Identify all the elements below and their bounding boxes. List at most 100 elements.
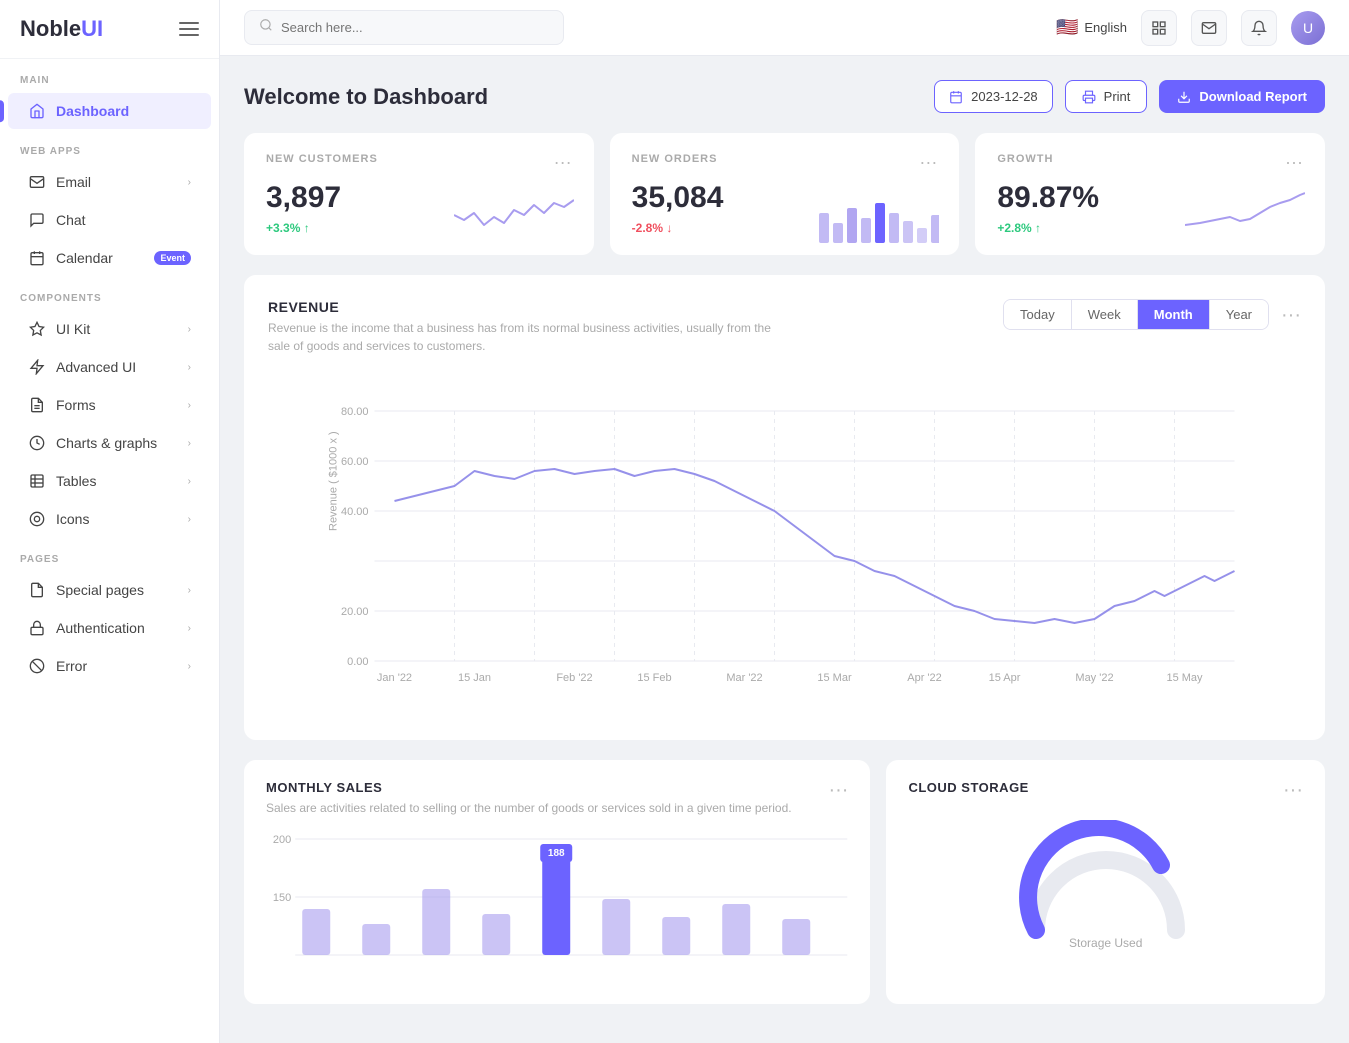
print-button[interactable]: Print: [1065, 80, 1148, 113]
svg-text:Jan '22: Jan '22: [377, 672, 412, 684]
sidebar-item-tables[interactable]: Tables ›: [8, 463, 211, 499]
forms-icon: [28, 396, 46, 414]
svg-text:80.00: 80.00: [341, 406, 369, 418]
grid-button[interactable]: [1141, 10, 1177, 46]
sidebar-item-icons[interactable]: Icons ›: [8, 501, 211, 537]
svg-text:15 Jan: 15 Jan: [458, 672, 491, 684]
language-label: English: [1084, 20, 1127, 35]
sidebar-item-dashboard-label: Dashboard: [56, 103, 129, 119]
search-input[interactable]: [281, 20, 549, 35]
sparkline-growth: [1185, 185, 1305, 235]
stat-dots-3[interactable]: ···: [1285, 153, 1303, 171]
storage-used-label: Storage Used: [908, 936, 1303, 950]
svg-text:Revenue ( $1000 x ): Revenue ( $1000 x ): [328, 431, 340, 531]
svg-text:15 May: 15 May: [1166, 672, 1203, 684]
home-icon: [28, 102, 46, 120]
stat-new-customers-label: NEW CUSTOMERS: [266, 153, 378, 165]
calendar-icon: [28, 249, 46, 267]
special-icon: [28, 581, 46, 599]
svg-text:15 Apr: 15 Apr: [989, 672, 1021, 684]
logo-text: NobleUI: [20, 16, 103, 42]
date-picker[interactable]: 2023-12-28: [934, 80, 1053, 113]
mail-button[interactable]: [1191, 10, 1227, 46]
arrow-down-icon: ↓: [666, 221, 672, 235]
page-title: Welcome to Dashboard: [244, 84, 922, 110]
topbar: 🇺🇸 English U: [220, 0, 1349, 56]
print-label: Print: [1104, 89, 1131, 104]
sidebar-section-pages: PAGES: [0, 538, 219, 571]
monthly-sales-title: MONTHLY SALES: [266, 780, 792, 795]
bottom-row: MONTHLY SALES Sales are activities relat…: [244, 760, 1325, 1004]
svg-text:0.00: 0.00: [347, 656, 368, 668]
content-area: Welcome to Dashboard 2023-12-28 Print Do…: [220, 56, 1349, 1043]
auth-icon: [28, 619, 46, 637]
stat-dots-1[interactable]: ···: [554, 153, 572, 171]
sidebar-item-chat[interactable]: Chat: [8, 202, 211, 238]
stat-card-new-orders: NEW ORDERS ··· 35,084 -2.8% ↓: [610, 133, 960, 255]
avatar[interactable]: U: [1291, 11, 1325, 45]
notification-button[interactable]: [1241, 10, 1277, 46]
revenue-chart-container: 80.00 60.00 40.00 20.00 0.00 Revenue ( $…: [268, 371, 1301, 716]
logo-container: NobleUI: [0, 0, 219, 59]
sidebar-item-calendar[interactable]: Calendar Event: [8, 240, 211, 276]
sidebar-item-email[interactable]: Email ›: [8, 164, 211, 200]
tables-icon: [28, 472, 46, 490]
svg-text:Apr '22: Apr '22: [907, 672, 942, 684]
sidebar-item-calendar-label: Calendar: [56, 250, 113, 266]
svg-text:60.00: 60.00: [341, 456, 369, 468]
chevron-down-icon: ›: [188, 661, 191, 672]
uikit-icon: [28, 320, 46, 338]
period-year[interactable]: Year: [1210, 300, 1268, 329]
sidebar-item-icons-label: Icons: [56, 511, 89, 527]
svg-text:15 Mar: 15 Mar: [817, 672, 852, 684]
stat-growth-label: GROWTH: [997, 153, 1053, 165]
search-box[interactable]: [244, 10, 564, 45]
sidebar: NobleUI MAIN Dashboard WEB APPS Email › …: [0, 0, 220, 1043]
sidebar-item-dashboard[interactable]: Dashboard: [8, 93, 211, 129]
download-button[interactable]: Download Report: [1159, 80, 1325, 113]
charts-icon: [28, 434, 46, 452]
sidebar-item-uikit[interactable]: UI Kit ›: [8, 311, 211, 347]
sidebar-item-advanced-ui[interactable]: Advanced UI ›: [8, 349, 211, 385]
cloud-storage-title: CLOUD STORAGE: [908, 780, 1028, 795]
sidebar-section-components: COMPONENTS: [0, 277, 219, 310]
bar-chart-orders: [819, 193, 939, 243]
sidebar-item-tables-label: Tables: [56, 473, 96, 489]
svg-text:15 Feb: 15 Feb: [637, 672, 671, 684]
sidebar-item-auth[interactable]: Authentication ›: [8, 610, 211, 646]
sidebar-item-email-label: Email: [56, 174, 91, 190]
error-icon: [28, 657, 46, 675]
advanced-icon: [28, 358, 46, 376]
monthly-sales-dots[interactable]: ···: [828, 780, 848, 800]
sidebar-item-special-label: Special pages: [56, 582, 144, 598]
period-week[interactable]: Week: [1072, 300, 1138, 329]
svg-text:Feb '22: Feb '22: [556, 672, 592, 684]
cloud-storage-dots[interactable]: ···: [1283, 780, 1303, 800]
date-value: 2023-12-28: [971, 89, 1038, 104]
language-selector[interactable]: 🇺🇸 English: [1056, 17, 1127, 38]
svg-text:Mar '22: Mar '22: [726, 672, 762, 684]
period-month[interactable]: Month: [1138, 300, 1210, 329]
stats-row: NEW CUSTOMERS ··· 3,897 +3.3% ↑ NEW ORDE…: [244, 133, 1325, 255]
sidebar-item-special[interactable]: Special pages ›: [8, 572, 211, 608]
sidebar-item-forms[interactable]: Forms ›: [8, 387, 211, 423]
page-header: Welcome to Dashboard 2023-12-28 Print Do…: [244, 80, 1325, 113]
sidebar-item-error[interactable]: Error ›: [8, 648, 211, 684]
main-area: 🇺🇸 English U Welcome to Dashboard 2023-1…: [220, 0, 1349, 1043]
monthly-sales-card: MONTHLY SALES Sales are activities relat…: [244, 760, 870, 1004]
svg-text:150: 150: [273, 892, 291, 904]
hamburger-button[interactable]: [179, 22, 199, 36]
sparkline-customers: [454, 185, 574, 235]
sidebar-item-chat-label: Chat: [56, 212, 86, 228]
sidebar-section-webapps: WEB APPS: [0, 130, 219, 163]
svg-text:40.00: 40.00: [341, 506, 369, 518]
monthly-sales-desc: Sales are activities related to selling …: [266, 799, 792, 817]
chevron-down-icon: ›: [188, 400, 191, 411]
period-today[interactable]: Today: [1004, 300, 1072, 329]
stat-dots-2[interactable]: ···: [919, 153, 937, 171]
chevron-down-icon: ›: [188, 514, 191, 525]
revenue-dots[interactable]: ···: [1281, 305, 1301, 325]
stat-new-orders-label: NEW ORDERS: [632, 153, 718, 165]
sidebar-item-charts[interactable]: Charts & graphs ›: [8, 425, 211, 461]
arrow-up-icon: ↑: [304, 221, 310, 235]
